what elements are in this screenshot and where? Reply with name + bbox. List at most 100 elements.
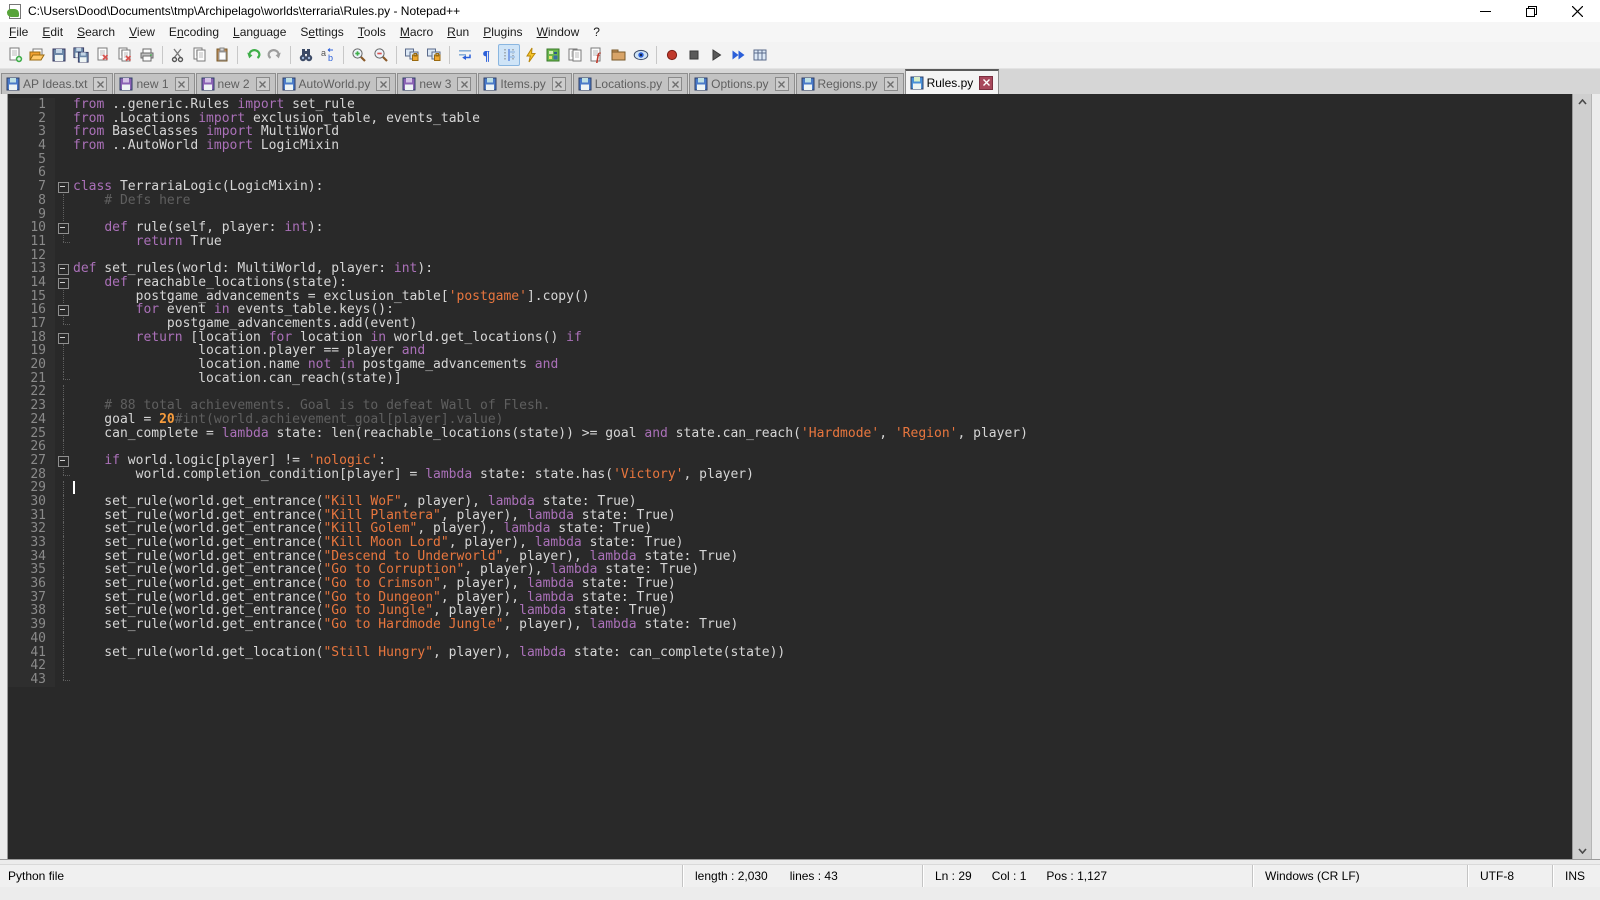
function-list-icon[interactable]: f xyxy=(586,44,608,66)
code-line[interactable]: 11 return True xyxy=(8,235,1572,249)
tab-close-icon[interactable] xyxy=(775,77,789,91)
word-wrap-icon[interactable] xyxy=(454,44,476,66)
code-line[interactable]: 15 postgame_advancements = exclusion_tab… xyxy=(8,290,1572,304)
tab-rules-py[interactable]: Rules.py xyxy=(905,69,1000,94)
code-line[interactable]: 41 set_rule(world.get_location("Still Hu… xyxy=(8,646,1572,660)
zoom-out-icon[interactable] xyxy=(370,44,392,66)
code-line[interactable]: 7class TerrariaLogic(LogicMixin): xyxy=(8,180,1572,194)
code-line[interactable]: 27 if world.logic[player] != 'nologic': xyxy=(8,454,1572,468)
tab-close-icon[interactable] xyxy=(884,77,898,91)
macro-run-multiple-icon[interactable] xyxy=(727,44,749,66)
restore-button[interactable] xyxy=(1508,0,1554,22)
code-line[interactable]: 26 xyxy=(8,440,1572,454)
tab-locations-py[interactable]: Locations.py xyxy=(573,73,688,94)
menu-language[interactable]: Language xyxy=(226,23,293,41)
code-line[interactable]: 36 set_rule(world.get_entrance("Go to Cr… xyxy=(8,577,1572,591)
tab-new-1[interactable]: new 1 xyxy=(114,73,194,94)
tab-close-icon[interactable] xyxy=(376,77,390,91)
fold-collapse-icon[interactable] xyxy=(55,303,73,317)
menu-edit[interactable]: Edit xyxy=(35,23,70,41)
document-map-icon[interactable] xyxy=(542,44,564,66)
code-line[interactable]: 20 location.name not in postgame_advance… xyxy=(8,358,1572,372)
code-line[interactable]: 42 xyxy=(8,659,1572,673)
tab-close-icon[interactable] xyxy=(256,77,270,91)
code-line[interactable]: 5 xyxy=(8,153,1572,167)
code-line[interactable]: 24 goal = 20#int(world.achievement_goal[… xyxy=(8,413,1572,427)
macro-save-icon[interactable] xyxy=(749,44,771,66)
undo-icon[interactable] xyxy=(242,44,264,66)
tab-autoworld-py[interactable]: AutoWorld.py xyxy=(277,73,397,94)
fold-collapse-icon[interactable] xyxy=(55,180,73,194)
code-line[interactable]: 19 location.player == player and xyxy=(8,344,1572,358)
copy-icon[interactable] xyxy=(189,44,211,66)
fold-collapse-icon[interactable] xyxy=(55,221,73,235)
scrollbar-track[interactable] xyxy=(1573,110,1591,843)
fold-collapse-icon[interactable] xyxy=(55,454,73,468)
tab-options-py[interactable]: Options.py xyxy=(689,73,794,94)
replace-icon[interactable]: ab xyxy=(317,44,339,66)
vertical-scrollbar[interactable] xyxy=(1572,94,1591,859)
code-line[interactable]: 10 def rule(self, player: int): xyxy=(8,221,1572,235)
minimize-button[interactable] xyxy=(1462,0,1508,22)
tab-close-icon[interactable] xyxy=(668,77,682,91)
code-line[interactable]: 33 set_rule(world.get_entrance("Kill Moo… xyxy=(8,536,1572,550)
folder-as-workspace-icon[interactable] xyxy=(608,44,630,66)
close-icon[interactable] xyxy=(92,44,114,66)
print-icon[interactable] xyxy=(136,44,158,66)
fold-collapse-icon[interactable] xyxy=(55,276,73,290)
save-icon[interactable] xyxy=(48,44,70,66)
show-indent-guide-icon[interactable] xyxy=(498,44,520,66)
menu-plugins[interactable]: Plugins xyxy=(476,23,529,41)
code-line[interactable]: 34 set_rule(world.get_entrance("Descend … xyxy=(8,550,1572,564)
menu-[interactable]: ? xyxy=(586,23,607,41)
code-line[interactable]: 38 set_rule(world.get_entrance("Go to Ju… xyxy=(8,604,1572,618)
save-all-icon[interactable] xyxy=(70,44,92,66)
open-file-icon[interactable] xyxy=(26,44,48,66)
code-line[interactable]: 6 xyxy=(8,166,1572,180)
scroll-down-icon[interactable] xyxy=(1573,843,1591,859)
tab-close-icon[interactable] xyxy=(979,76,993,90)
scroll-up-icon[interactable] xyxy=(1573,94,1591,110)
show-all-characters-icon[interactable]: ¶ xyxy=(476,44,498,66)
sync-vertical-scroll-icon[interactable] xyxy=(401,44,423,66)
fold-collapse-icon[interactable] xyxy=(55,331,73,345)
code-line[interactable]: 3from BaseClasses import MultiWorld xyxy=(8,125,1572,139)
monitoring-icon[interactable] xyxy=(630,44,652,66)
code-line[interactable]: 25 can_complete = lambda state: len(reac… xyxy=(8,427,1572,441)
code-editor[interactable]: 1from ..generic.Rules import set_rule2fr… xyxy=(8,94,1572,859)
redo-icon[interactable] xyxy=(264,44,286,66)
code-line[interactable]: 30 set_rule(world.get_entrance("Kill WoF… xyxy=(8,495,1572,509)
code-line[interactable]: 31 set_rule(world.get_entrance("Kill Pla… xyxy=(8,509,1572,523)
tab-close-icon[interactable] xyxy=(175,77,189,91)
code-line[interactable]: 14 def reachable_locations(state): xyxy=(8,276,1572,290)
menu-view[interactable]: View xyxy=(122,23,162,41)
code-line[interactable]: 18 return [location for location in worl… xyxy=(8,331,1572,345)
menu-search[interactable]: Search xyxy=(70,23,122,41)
paste-icon[interactable] xyxy=(211,44,233,66)
user-defined-language-icon[interactable] xyxy=(520,44,542,66)
code-line[interactable]: 4from ..AutoWorld import LogicMixin xyxy=(8,139,1572,153)
macro-stop-icon[interactable] xyxy=(683,44,705,66)
fold-collapse-icon[interactable] xyxy=(55,262,73,276)
menu-tools[interactable]: Tools xyxy=(351,23,393,41)
cut-icon[interactable] xyxy=(167,44,189,66)
code-line[interactable]: 32 set_rule(world.get_entrance("Kill Gol… xyxy=(8,522,1572,536)
code-line[interactable]: 29 xyxy=(8,481,1572,495)
menu-file[interactable]: File xyxy=(2,23,35,41)
code-line[interactable]: 16 for event in events_table.keys(): xyxy=(8,303,1572,317)
code-line[interactable]: 37 set_rule(world.get_entrance("Go to Du… xyxy=(8,591,1572,605)
menu-macro[interactable]: Macro xyxy=(393,23,440,41)
code-line[interactable]: 28 world.completion_condition[player] = … xyxy=(8,468,1572,482)
code-line[interactable]: 1from ..generic.Rules import set_rule xyxy=(8,98,1572,112)
tab-close-icon[interactable] xyxy=(457,77,471,91)
zoom-in-icon[interactable] xyxy=(348,44,370,66)
code-line[interactable]: 13def set_rules(world: MultiWorld, playe… xyxy=(8,262,1572,276)
close-button[interactable] xyxy=(1554,0,1600,22)
tab-regions-py[interactable]: Regions.py xyxy=(796,73,904,94)
menu-run[interactable]: Run xyxy=(440,23,476,41)
code-line[interactable]: 39 set_rule(world.get_entrance("Go to Ha… xyxy=(8,618,1572,632)
code-line[interactable]: 12 xyxy=(8,249,1572,263)
new-file-icon[interactable] xyxy=(4,44,26,66)
code-line[interactable]: 43 xyxy=(8,673,1572,687)
document-list-icon[interactable] xyxy=(564,44,586,66)
